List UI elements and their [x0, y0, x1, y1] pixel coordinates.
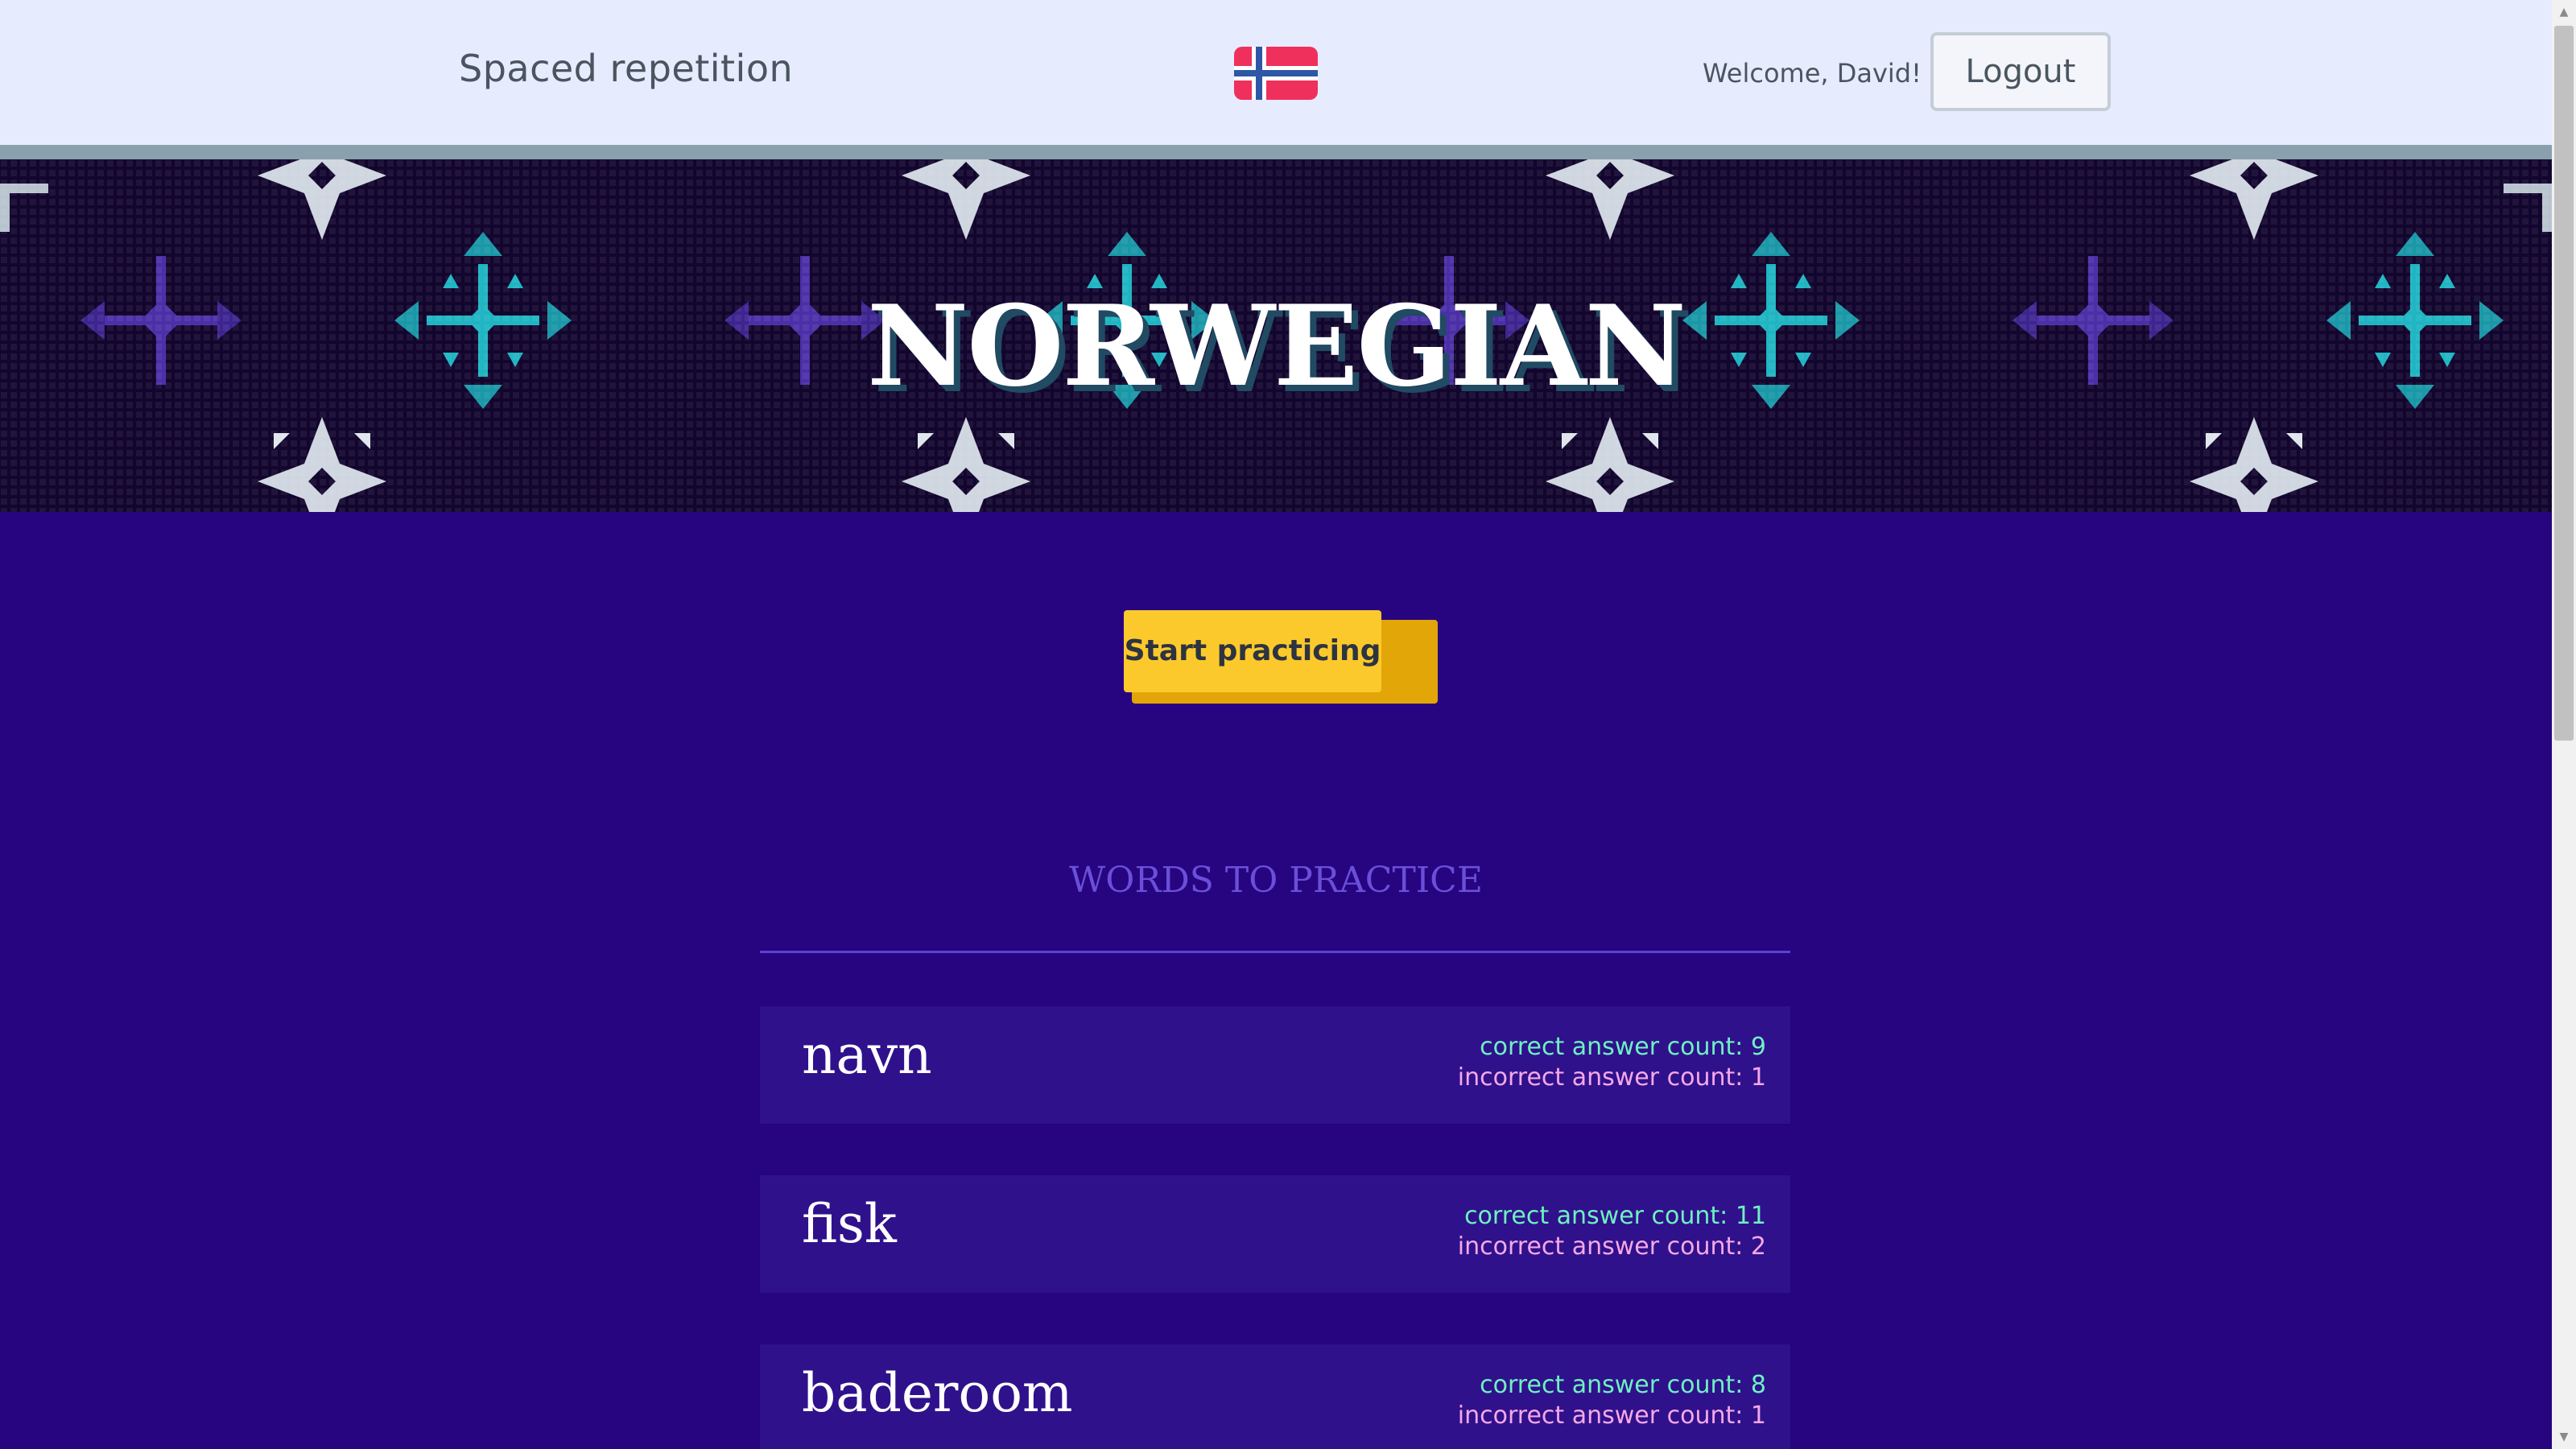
logout-button[interactable]: Logout [1930, 32, 2111, 111]
words-to-practice-heading: WORDS TO PRACTICE [1069, 860, 1483, 901]
scrollbar-thumb[interactable] [2554, 26, 2574, 741]
correct-count: correct answer count: 9 [1480, 1033, 1766, 1061]
start-practicing-button[interactable]: Start practicing [1124, 610, 1381, 692]
norway-flag-icon [1234, 47, 1318, 100]
answer-counts: correct answer count: 8 incorrect answer… [1458, 1370, 1766, 1431]
header-divider-strip [0, 145, 2552, 159]
word-card: baderoom correct answer count: 8 incorre… [760, 1344, 1790, 1449]
scroll-up-arrow-icon[interactable]: ▲ [2552, 0, 2576, 24]
word-card: navn correct answer count: 9 incorrect a… [760, 1006, 1790, 1124]
incorrect-count: incorrect answer count: 1 [1457, 1063, 1766, 1092]
incorrect-count: incorrect answer count: 1 [1457, 1402, 1766, 1430]
word-text: baderoom [802, 1362, 1073, 1424]
correct-count: correct answer count: 11 [1464, 1202, 1766, 1230]
welcome-message: Welcome, David! [1703, 58, 1922, 89]
top-navbar: Spaced repetition Welcome, David! Logout [0, 0, 2552, 145]
language-title: NORWEGIAN [867, 280, 1686, 411]
answer-counts: correct answer count: 11 incorrect answe… [1458, 1201, 1766, 1262]
vertical-scrollbar[interactable]: ▲ ▼ [2552, 0, 2576, 1449]
word-text: navn [802, 1024, 932, 1086]
section-divider [760, 951, 1790, 953]
word-card: fisk correct answer count: 11 incorrect … [760, 1175, 1790, 1293]
scroll-down-arrow-icon[interactable]: ▼ [2552, 1425, 2576, 1449]
word-text: fisk [802, 1193, 897, 1255]
language-banner: NORWEGIAN [0, 159, 2552, 512]
correct-count: correct answer count: 8 [1480, 1371, 1766, 1399]
app-brand[interactable]: Spaced repetition [459, 47, 793, 90]
start-practicing-wrapper: Start practicing [1124, 610, 1438, 704]
incorrect-count: incorrect answer count: 2 [1457, 1232, 1766, 1261]
answer-counts: correct answer count: 9 incorrect answer… [1458, 1032, 1766, 1093]
